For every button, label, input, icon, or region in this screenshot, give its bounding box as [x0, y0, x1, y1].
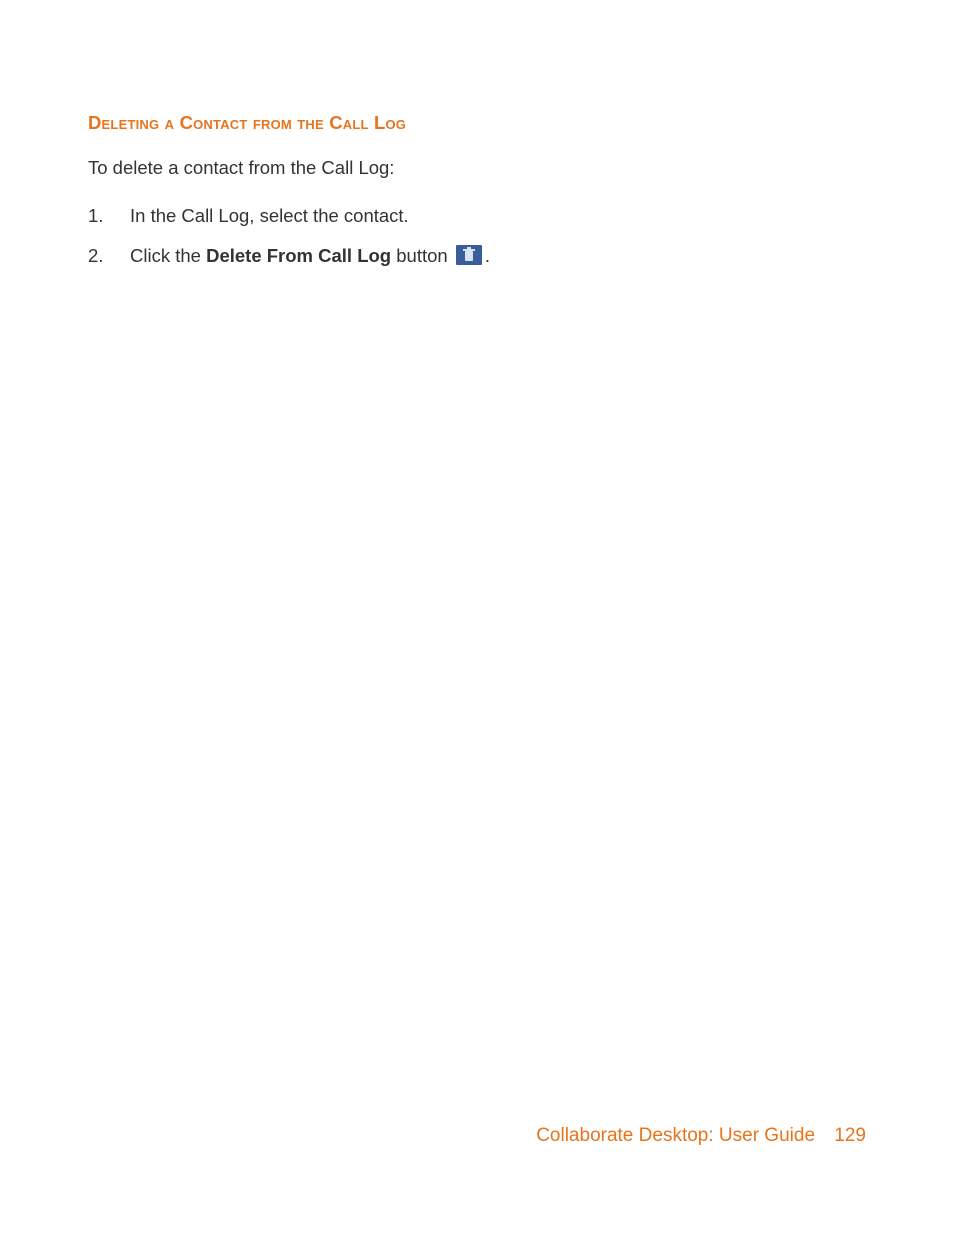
step-number: 1. — [88, 201, 116, 231]
step-text: In the Call Log, select the contact. — [130, 205, 409, 226]
document-page: Deleting a Contact from the Call Log To … — [0, 0, 954, 1235]
step-number: 2. — [88, 241, 116, 271]
footer-title: Collaborate Desktop: User Guide — [536, 1125, 815, 1146]
step-text: Click the — [130, 245, 206, 266]
page-footer: Collaborate Desktop: User Guide 129 — [536, 1125, 866, 1147]
section-heading: Deleting a Contact from the Call Log — [88, 112, 866, 134]
delete-from-call-log-icon — [456, 245, 482, 265]
step-text-bold: Delete From Call Log — [206, 245, 391, 266]
steps-list: 1. In the Call Log, select the contact. … — [88, 201, 866, 270]
step-text: . — [485, 245, 490, 266]
step-item: 2. Click the Delete From Call Log button… — [88, 241, 866, 271]
footer-page-number: 129 — [834, 1125, 866, 1147]
intro-text: To delete a contact from the Call Log: — [88, 156, 866, 181]
step-text: button — [391, 245, 453, 266]
step-item: 1. In the Call Log, select the contact. — [88, 201, 866, 231]
